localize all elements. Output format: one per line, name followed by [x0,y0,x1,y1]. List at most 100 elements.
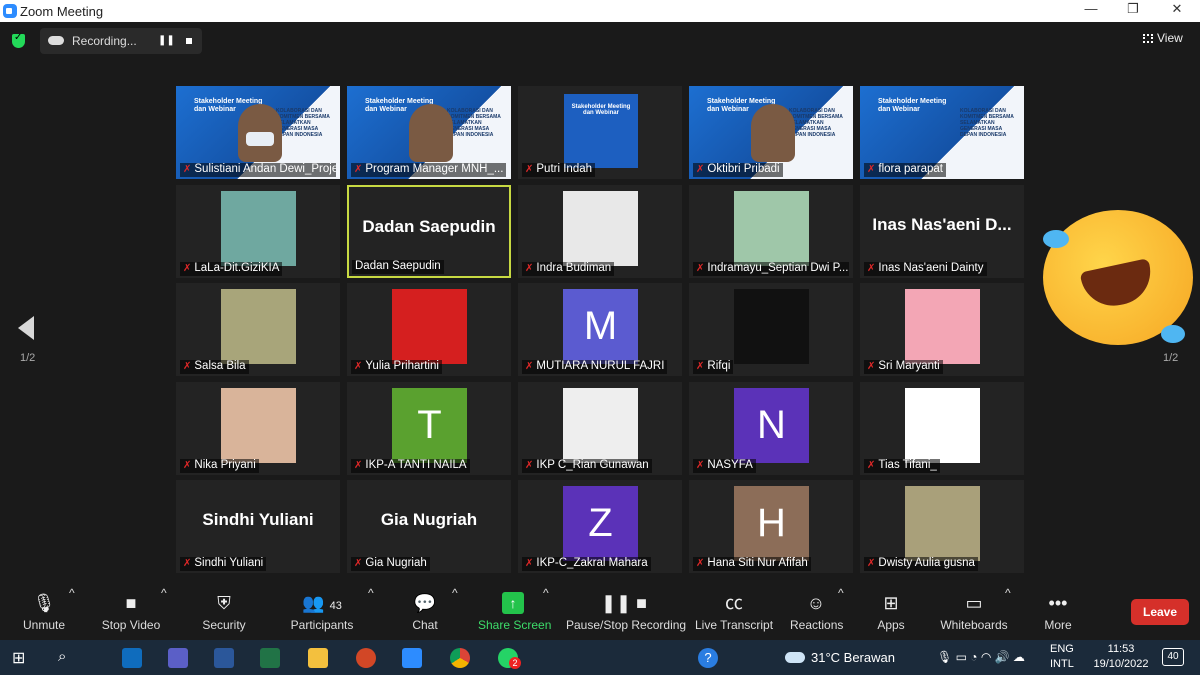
participant-tile[interactable]: ✗ IKP C_Rian Gunawan [518,382,682,475]
cloud-icon [48,36,64,45]
participant-tile[interactable]: ✗ Dwisty Aulia gusna [860,480,1024,573]
participant-name-label: ✗ NASYFA [693,459,756,473]
participant-tile[interactable]: T ✗ IKP-A TANTI NAILA [347,382,511,475]
participant-tile[interactable]: ✗ Nika Priyani [176,382,340,475]
avatar [563,388,638,463]
participant-tile[interactable]: Stakeholder Meeting dan Webinar KOLABORAS… [176,86,340,179]
stop-video-button[interactable]: ■ Stop Video [98,586,164,640]
live-transcript-button[interactable]: ㏄ Live Transcript [695,586,773,640]
participant-name: Salsa Bila [194,360,246,372]
zoom-taskbar-icon[interactable] [402,648,422,668]
teams-icon[interactable] [168,648,188,668]
more-dots-icon: ••• [1048,593,1068,613]
participant-name-label: ✗ IKP-A TANTI NAILA [351,459,470,473]
participant-video [751,104,795,162]
participant-tile[interactable]: ✗ LaLa-Dit.GiziKIA [176,185,340,278]
muted-microphone-icon: ✗ [183,460,192,471]
video-camera-icon: ■ [125,593,137,613]
audio-options-chevron-icon[interactable]: ^ [69,586,75,640]
participant-tile[interactable]: ✗ Yulia Prihartini [347,283,511,376]
previous-page-arrow-icon[interactable] [18,316,34,340]
avatar [734,289,809,364]
chat-button[interactable]: 💬 Chat [408,586,442,640]
participant-tile[interactable]: Inas Nas'aeni D... ✗ Inas Nas'aeni Dainty [860,185,1024,278]
participants-chevron-icon[interactable]: ^ [368,586,374,640]
participant-name-label: ✗ Putri Indah [522,163,596,177]
meeting-top-bar: Recording... ❚❚ View [0,22,1200,58]
unmute-label: Unmute [22,618,66,632]
system-tray[interactable]: 🎙 ▭ ◔ ◠ 🔊 ☁ [937,650,1025,664]
participant-tile[interactable]: Stakeholder Meeting dan Webinar KOLABORAS… [689,86,853,179]
file-explorer-icon[interactable] [308,648,328,668]
powerpoint-icon[interactable] [356,648,376,668]
participant-name-label: ✗ Indramayu_Septian Dwi P... [693,262,849,276]
participant-name-label: ✗ Program Manager MNH_... [351,163,507,177]
whiteboards-button[interactable]: ▭ Whiteboards [940,586,1008,640]
weather-widget[interactable]: 31°C Berawan [785,650,895,665]
reactions-chevron-icon[interactable]: ^ [838,586,844,640]
muted-microphone-icon: ✗ [867,263,876,274]
participant-name-label: ✗ IKP-C_Zakral Mahara [522,557,651,571]
view-button[interactable]: View [1143,31,1183,45]
participant-tile[interactable]: Gia Nugriah ✗ Gia Nugriah [347,480,511,573]
participant-name: Indra Budiman [536,262,612,274]
chat-chevron-icon[interactable]: ^ [452,586,458,640]
participant-tile[interactable]: Stakeholder Meeting dan Webinar KOLABORAS… [347,86,511,179]
share-screen-button[interactable]: ↑ Share Screen [478,586,551,640]
participant-tile[interactable]: N ✗ NASYFA [689,382,853,475]
participant-name-label: ✗ LaLa-Dit.GiziKIA [180,262,283,276]
notification-count: 40 [1167,651,1179,662]
notification-center-icon[interactable]: 40 [1162,648,1184,666]
pause-recording-icon[interactable]: ❚❚ [158,33,175,49]
whiteboards-chevron-icon[interactable]: ^ [1005,586,1011,640]
participant-tile[interactable]: ✗ Sri Maryanti [860,283,1024,376]
avatar [563,191,638,266]
participant-name: Hana Siti Nur Afifah [707,557,808,569]
participant-tile[interactable]: Dadan Saepudin Dadan Saepudin [347,185,511,278]
unmute-button[interactable]: 🎙 Unmute [16,586,72,640]
participant-tile[interactable]: M ✗ MUTIARA NURUL FAJRI [518,283,682,376]
whatsapp-badge: 2 [509,657,521,669]
avatar-letter: M [563,289,638,364]
whatsapp-icon[interactable]: 2 [498,648,521,669]
excel-icon[interactable] [260,648,280,668]
participant-tile[interactable]: ✗ Rifqi [689,283,853,376]
outlook-icon[interactable] [122,648,142,668]
security-shield-icon[interactable] [12,32,25,48]
more-button[interactable]: ••• More [1040,586,1076,640]
slide-subtitle: KOLABORASI DAN KOMITMEN BERSAMA SELAMATK… [276,108,330,138]
help-icon[interactable]: ? [698,648,718,668]
participants-icon: 👥 43 [302,593,342,613]
participant-name: NASYFA [707,459,753,471]
muted-microphone-icon: ✗ [525,263,534,274]
minimize-button[interactable]: — [1076,1,1106,21]
reactions-button[interactable]: ☺ Reactions [790,586,843,640]
security-button[interactable]: ⛨ Security [198,586,250,640]
system-clock[interactable]: 11:53 19/10/2022 [1085,642,1157,672]
share-options-chevron-icon[interactable]: ^ [543,586,549,640]
participant-tile[interactable]: ✗ Indramayu_Septian Dwi P... [689,185,853,278]
participant-tile[interactable]: Z ✗ IKP-C_Zakral Mahara [518,480,682,573]
participant-tile[interactable]: ✗ Tias Tifani_ [860,382,1024,475]
stop-recording-icon[interactable] [186,38,192,44]
weather-text: 31°C Berawan [811,650,895,665]
language-indicator[interactable]: ENG INTL [1050,642,1074,672]
word-icon[interactable] [214,648,234,668]
participant-tile[interactable]: Stakeholder Meeting dan Webinar KOLABORAS… [860,86,1024,179]
close-window-button[interactable]: ✕ [1162,1,1192,21]
search-icon[interactable]: ⌕ [58,648,78,668]
participants-button[interactable]: 👥 43 Participants [288,586,356,640]
maximize-button[interactable]: ❐ [1118,1,1148,21]
leave-button[interactable]: Leave [1131,599,1189,625]
windows-start-icon[interactable]: ⊞ [12,648,32,668]
muted-microphone-icon: ✗ [183,263,192,274]
apps-button[interactable]: ⊞ Apps [875,586,907,640]
video-options-chevron-icon[interactable]: ^ [161,586,167,640]
chrome-icon[interactable] [450,648,470,668]
participant-tile[interactable]: ✗ Salsa Bila [176,283,340,376]
pause-stop-recording-button[interactable]: ❚❚ ■ Pause/Stop Recording [566,586,686,640]
participant-tile[interactable]: ✗ Indra Budiman [518,185,682,278]
participant-tile[interactable]: Stakeholder Meeting dan Webinar ✗ Putri In… [518,86,682,179]
participant-tile[interactable]: Sindhi Yuliani ✗ Sindhi Yuliani [176,480,340,573]
participant-tile[interactable]: H ✗ Hana Siti Nur Afifah [689,480,853,573]
